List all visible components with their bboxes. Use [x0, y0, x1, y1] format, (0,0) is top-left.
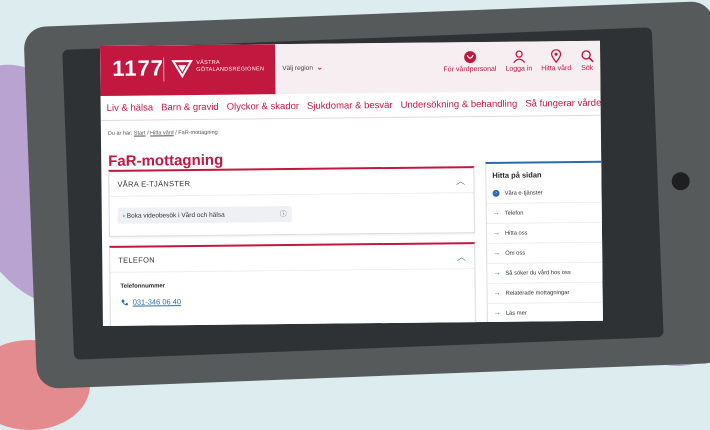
- breadcrumb-current: FaR-mottagning: [178, 129, 218, 137]
- toc-item-label: Relaterade mottagningar: [505, 289, 570, 297]
- page-toc: Hitta på sidan › Våra e-tjänster → Telefon…: [485, 160, 603, 325]
- arrow-right-icon: →: [492, 209, 500, 217]
- phone-label: Telefonnummer: [120, 283, 166, 290]
- phone-title: TELEFON: [118, 254, 155, 265]
- tool-hitta-vard[interactable]: Hitta vård: [541, 49, 571, 72]
- toc-item-telefon[interactable]: → Telefon: [486, 202, 603, 224]
- toc-item-vara-e-tjanster[interactable]: › Våra e-tjänster: [486, 182, 603, 204]
- toc-item-label: Våra e-tjänster: [504, 189, 543, 197]
- phone-icon: [121, 299, 128, 305]
- eservices-title: VÅRA E-TJÄNSTER: [117, 178, 191, 189]
- eservice-item-label: › Boka videobesök i Vård och hälsa: [122, 211, 225, 220]
- nav-item-sa-fungerar-varden[interactable]: Så fungerar vården: [525, 97, 603, 109]
- toc-item-relaterade-mottagningar[interactable]: → Relaterade mottagningar: [487, 282, 603, 304]
- eservice-item-text: Boka videobesök i Vård och hälsa: [126, 211, 225, 220]
- breadcrumb-link-hitta-vard[interactable]: Hitta vård: [150, 130, 174, 136]
- arrow-right-icon: →: [493, 269, 501, 277]
- tool-for-vardpersonal[interactable]: För vårdpersonal: [443, 50, 497, 74]
- vgr-emblem-icon: [171, 60, 193, 79]
- breadcrumb-prefix: Du är här:: [107, 130, 133, 137]
- breadcrumb-separator: /: [175, 130, 177, 137]
- region-selector[interactable]: Välj region ⌄: [282, 62, 323, 73]
- toc-item-hitta-oss[interactable]: → Hitta oss: [486, 222, 603, 244]
- site-logo[interactable]: 1177 VÄSTRA GÖTALANDSREGIONEN: [100, 44, 276, 96]
- header-tools: För vårdpersonal Logga in Hitta vård Sök: [443, 49, 594, 74]
- eservice-item-video[interactable]: › Boka videobesök i Vård och hälsa ⓘ: [117, 206, 292, 224]
- toc-item-label: Hitta oss: [504, 230, 528, 237]
- arrow-right-icon: →: [492, 229, 501, 237]
- arrow-right-icon: →: [493, 289, 501, 297]
- toc-item-label: Så söker du vård hos oss: [505, 269, 571, 277]
- region-selector-label: Välj region: [282, 64, 314, 73]
- arrow-circle-icon: ›: [492, 189, 500, 197]
- tool-label: Sök: [581, 64, 594, 72]
- eservices-header[interactable]: VÅRA E-TJÄNSTER ︿: [109, 168, 474, 197]
- toc-item-label: Om oss: [505, 250, 526, 257]
- logo-region-line2: GÖTALANDSREGIONEN: [196, 66, 265, 73]
- eservices-card: VÅRA E-TJÄNSTER ︿ › Boka videobesök i Vå…: [108, 166, 475, 237]
- toc-item-om-oss[interactable]: → Om oss: [487, 242, 603, 264]
- phone-number: 031-346 06 40: [132, 297, 182, 307]
- user-icon: [512, 50, 525, 64]
- logo-region-line1: VÄSTRA: [196, 59, 221, 66]
- nav-item-sjukdomar-besvar[interactable]: Sjukdomar & besvär: [307, 99, 393, 111]
- tablet-camera: [671, 171, 691, 191]
- search-icon: [581, 50, 594, 63]
- toc-item-label: Läs mer: [505, 310, 527, 317]
- tool-sok[interactable]: Sök: [580, 49, 594, 72]
- phone-header[interactable]: TELEFON ︿: [110, 244, 475, 273]
- tool-label: Hitta vård: [541, 65, 572, 73]
- breadcrumb: Du är här: Start / Hitta vård / FaR-mott…: [108, 126, 601, 137]
- phone-number-link[interactable]: 031-346 06 40: [121, 297, 181, 307]
- breadcrumb-link-start[interactable]: Start: [134, 131, 146, 137]
- logo-number: 1177: [112, 55, 165, 81]
- stethoscope-icon: [463, 51, 476, 64]
- logo-divider: [163, 57, 165, 82]
- tablet-screen: 1177 VÄSTRA GÖTALANDSREGIONEN Välj regio…: [100, 40, 603, 326]
- info-icon: ⓘ: [279, 211, 287, 219]
- tool-label: Logga in: [505, 65, 533, 73]
- main-nav: Liv & hälsa Barn & gravid Olyckor & skad…: [100, 90, 603, 121]
- arrow-right-icon: →: [493, 309, 501, 317]
- nav-item-barn-gravid[interactable]: Barn & gravid: [161, 101, 219, 113]
- chevron-down-icon: ⌄: [315, 61, 324, 72]
- breadcrumb-separator: /: [147, 130, 149, 137]
- nav-item-olyckor-skador[interactable]: Olyckor & skador: [227, 100, 299, 112]
- logo-region-text: VÄSTRA GÖTALANDSREGIONEN: [196, 59, 264, 74]
- chevron-up-icon: ︿: [456, 251, 467, 262]
- nav-item-liv-halsa[interactable]: Liv & hälsa: [107, 102, 154, 113]
- location-pin-icon: [550, 49, 562, 64]
- site-header: 1177 VÄSTRA GÖTALANDSREGIONEN Välj regio…: [100, 40, 601, 96]
- chevron-up-icon: ︿: [456, 175, 466, 186]
- arrow-right-icon: →: [493, 249, 501, 257]
- tool-label: För vårdpersonal: [443, 65, 497, 74]
- toc-item-sa-soker-du-vard[interactable]: → Så söker du vård hos oss: [487, 262, 603, 284]
- toc-title: Hitta på sidan: [492, 170, 542, 180]
- toc-item-las-mer[interactable]: → Läs mer: [487, 302, 603, 324]
- phone-card: TELEFON ︿ Telefonnummer 031-346 06 40: [109, 242, 477, 326]
- tool-logga-in[interactable]: Logga in: [505, 49, 533, 73]
- toc-item-label: Telefon: [504, 210, 524, 217]
- nav-item-undersokning-behandling[interactable]: Undersökning & behandling: [400, 98, 517, 110]
